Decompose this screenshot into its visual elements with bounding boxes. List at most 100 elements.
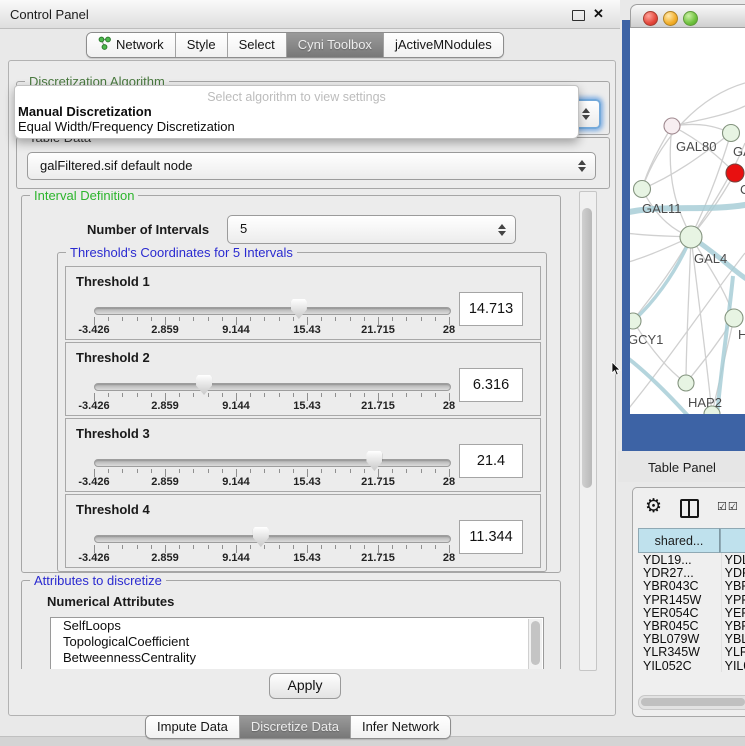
cell[interactable]: YLR345W: [638, 645, 721, 658]
cell[interactable]: YDR2: [721, 566, 745, 579]
slider-tick: [392, 317, 393, 321]
threshold-4-slider-handle[interactable]: [253, 527, 269, 547]
threshold-2-value-field[interactable]: [459, 368, 523, 402]
cell[interactable]: YBR045C: [638, 619, 721, 632]
bottom-tab-bar: Impute Data Discretize Data Infer Networ…: [145, 715, 451, 739]
network-window-titlebar[interactable]: [630, 4, 745, 28]
tab-impute-data[interactable]: Impute Data: [146, 716, 239, 738]
network-node[interactable]: [726, 164, 744, 182]
threshold-3-slider-handle[interactable]: [366, 451, 382, 471]
table-row[interactable]: YDL19...YDL1: [638, 553, 745, 566]
scrollbar-thumb[interactable]: [582, 208, 592, 488]
tab-discretize-data[interactable]: Discretize Data: [239, 716, 350, 738]
slider-tick: [122, 317, 123, 321]
minimize-traffic-light-icon[interactable]: [663, 11, 678, 26]
list-item[interactable]: SelfLoops: [51, 618, 543, 634]
cell[interactable]: YPR145W: [638, 593, 721, 606]
cell[interactable]: YBL0: [721, 632, 745, 645]
table-row[interactable]: YIL052CYIL0: [638, 659, 745, 672]
slider-tick: [350, 469, 351, 473]
network-node[interactable]: [680, 226, 702, 248]
slider-tick-label: -3.426: [78, 552, 109, 564]
cell[interactable]: YBR043C: [638, 579, 721, 592]
cell[interactable]: YDR27...: [638, 566, 721, 579]
cell[interactable]: YER0: [721, 606, 745, 619]
threshold-1-slider-track[interactable]: [94, 307, 451, 315]
table-row[interactable]: YBR043CYBR0: [638, 579, 745, 592]
slider-tick: [108, 469, 109, 473]
algorithm-option-equal-width[interactable]: Equal Width/Frequency Discretization: [18, 119, 235, 134]
column-header-shared-name[interactable]: shared...: [638, 528, 720, 553]
table-data-select[interactable]: galFiltered.sif default node: [27, 152, 596, 180]
threshold-4-tick-labels: -3.4262.8599.14415.4321.71528: [94, 552, 449, 564]
number-of-intervals-spinner[interactable]: 5: [227, 215, 516, 244]
cell[interactable]: YBL079W: [638, 632, 721, 645]
cell[interactable]: YPR1: [721, 593, 745, 606]
tab-jactivemnodules[interactable]: jActiveMNodules: [383, 33, 503, 57]
tab-cyni-toolbox[interactable]: Cyni Toolbox: [286, 33, 383, 57]
threshold-2-slider-track[interactable]: [94, 383, 451, 391]
threshold-1-value-field[interactable]: [459, 292, 523, 326]
tab-infer-network[interactable]: Infer Network: [350, 716, 450, 738]
network-view-canvas[interactable]: GAL80GACGAL11GAL4GCY1HHAP2: [630, 28, 745, 414]
column-checkboxes-icon[interactable]: ☑☑: [717, 500, 739, 513]
slider-tick: [208, 469, 209, 473]
node-table: shared... na YDL19...YDL1 YDR27...YDR2 Y…: [638, 528, 745, 672]
list-item[interactable]: TopologicalCoefficient: [51, 634, 543, 650]
settings-vertical-scrollbar[interactable]: [579, 191, 597, 671]
threshold-3-value-field[interactable]: [459, 444, 523, 478]
slider-tick: [151, 393, 152, 397]
tab-network[interactable]: Network: [87, 33, 175, 57]
cell[interactable]: YBR0: [721, 619, 745, 632]
table-row[interactable]: YPR145WYPR1: [638, 593, 745, 606]
threshold-2-slider-handle[interactable]: [196, 375, 212, 395]
network-node[interactable]: [723, 125, 740, 142]
network-node[interactable]: [634, 181, 651, 198]
threshold-4-slider-track[interactable]: [94, 535, 451, 543]
network-node[interactable]: [630, 313, 641, 329]
threshold-1-slider-handle[interactable]: [291, 299, 307, 319]
slider-tick: [264, 469, 265, 473]
slider-tick: [392, 393, 393, 397]
threshold-4-value-field[interactable]: [459, 520, 523, 554]
slider-tick: [250, 469, 251, 473]
number-of-intervals-label: Number of Intervals: [87, 222, 209, 237]
network-icon: [98, 36, 111, 53]
cell[interactable]: YLR3: [721, 645, 745, 658]
slider-tick: [179, 393, 180, 397]
tab-style[interactable]: Style: [175, 33, 227, 57]
scrollbar-thumb[interactable]: [641, 698, 745, 706]
table-horizontal-scrollbar[interactable]: [638, 695, 745, 710]
gear-icon[interactable]: ⚙: [645, 496, 662, 516]
table-row[interactable]: YER054CYER0: [638, 606, 745, 619]
table-row[interactable]: YDR27...YDR2: [638, 566, 745, 579]
tab-select[interactable]: Select: [227, 33, 286, 57]
threshold-3-slider-track[interactable]: [94, 459, 451, 467]
algorithm-option-manual[interactable]: Manual Discretization: [18, 104, 152, 119]
cell[interactable]: YBR0: [721, 579, 745, 592]
cell[interactable]: YIL052C: [638, 659, 721, 672]
close-traffic-light-icon[interactable]: [643, 11, 658, 26]
split-view-icon[interactable]: [680, 499, 699, 518]
slider-tick: [193, 393, 194, 397]
table-row[interactable]: YBL079WYBL0: [638, 632, 745, 645]
table-row[interactable]: YLR345WYLR3: [638, 645, 745, 658]
cell[interactable]: YER054C: [638, 606, 721, 619]
network-node[interactable]: [725, 309, 743, 327]
cell[interactable]: YIL0: [721, 659, 745, 672]
slider-tick: [335, 317, 336, 321]
table-row[interactable]: YBR045CYBR0: [638, 619, 745, 632]
close-icon[interactable]: ✕: [593, 6, 604, 22]
cell[interactable]: YDL1: [721, 553, 745, 566]
attributes-list-scrollbar[interactable]: [528, 619, 542, 669]
cell[interactable]: YDL19...: [638, 553, 721, 566]
apply-button[interactable]: Apply: [269, 673, 341, 699]
zoom-traffic-light-icon[interactable]: [683, 11, 698, 26]
float-window-icon[interactable]: [572, 10, 585, 21]
slider-tick: [279, 317, 280, 321]
network-node[interactable]: [678, 375, 694, 391]
network-node[interactable]: [664, 118, 680, 134]
column-header-name[interactable]: na: [720, 528, 745, 553]
list-item[interactable]: BetweennessCentrality: [51, 650, 543, 666]
threshold-coordinates-group-title: Threshold's Coordinates for 5 Intervals: [66, 245, 297, 260]
